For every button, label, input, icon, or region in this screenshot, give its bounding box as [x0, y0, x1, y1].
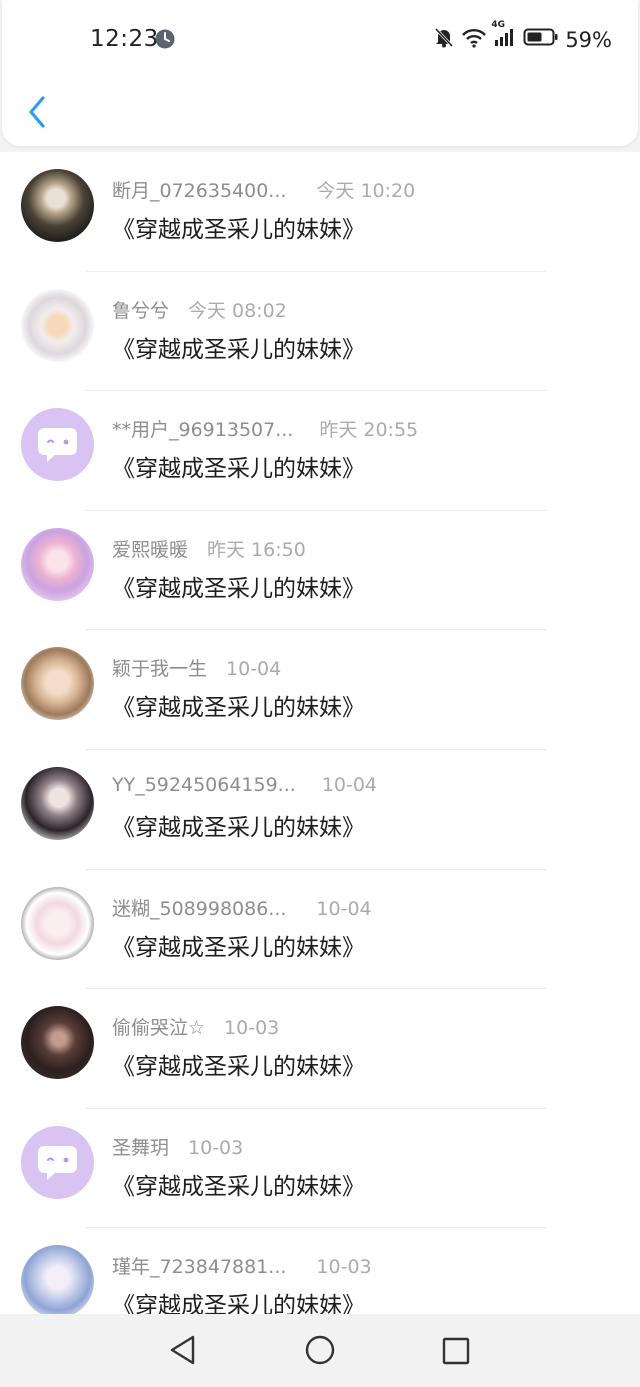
conversation-preview: 《穿越成圣采儿的妹妹》	[112, 217, 365, 243]
conversation-time: 10-03	[316, 1256, 372, 1279]
conversation-preview: 《穿越成圣采儿的妹妹》	[112, 575, 365, 602]
conversation-row[interactable]: 鲁兮兮 今天 08:02 《穿越成圣采儿的妹妹》	[0, 272, 640, 392]
conversation-name: 圣舞玥	[112, 1136, 170, 1159]
conversation-name: 断月_072635400...	[112, 180, 287, 202]
conversation-time: 昨天 20:55	[319, 419, 419, 442]
default-avatar[interactable]	[21, 408, 94, 482]
chat-bubble-icon	[38, 428, 77, 463]
conversation-time: 10-03	[188, 1136, 244, 1159]
conversation-preview: 《穿越成圣采儿的妹妹》	[112, 456, 365, 483]
signal-icon: 4G	[491, 20, 517, 53]
conversation-time: 昨天 16:50	[207, 538, 306, 561]
conversation-row[interactable]: YY_59245064159... 10-04 《穿越成圣采儿的妹妹》	[0, 750, 640, 870]
mute-bell-icon	[433, 26, 455, 53]
chat-bubble-icon	[38, 1145, 77, 1180]
avatar[interactable]	[21, 1006, 94, 1080]
avatar[interactable]	[21, 527, 94, 601]
conversation-preview: 《穿越成圣采儿的妹妹》	[112, 695, 365, 722]
network-type: 4G	[491, 20, 505, 30]
conversation-preview: 《穿越成圣采儿的妹妹》	[112, 336, 365, 363]
avatar[interactable]	[21, 288, 94, 362]
default-avatar[interactable]	[21, 1125, 94, 1199]
conversation-row[interactable]: 断月_072635400... 今天 10:20 《穿越成圣采儿的妹妹》	[0, 152, 640, 272]
conversation-name: 颖于我一生	[112, 658, 208, 681]
conversation-preview: 《穿越成圣采儿的妹妹》	[112, 1293, 365, 1314]
conversation-name: **用户_96913507...	[112, 419, 294, 442]
nav-back-button[interactable]	[168, 1333, 198, 1371]
conversation-preview: 《穿越成圣采儿的妹妹》	[112, 814, 365, 841]
battery-percent: 59%	[565, 27, 612, 52]
conversation-row[interactable]: **用户_96913507... 昨天 20:55 《穿越成圣采儿的妹妹》	[0, 391, 640, 511]
conversation-preview: 《穿越成圣采儿的妹妹》	[112, 1054, 365, 1081]
conversation-list[interactable]: 断月_072635400... 今天 10:20 《穿越成圣采儿的妹妹》 鲁兮兮今…	[0, 152, 640, 1314]
square-recents-icon	[442, 1337, 470, 1365]
conversation-row[interactable]: 瑾年_723847881... 10-03 《穿越成圣采儿的妹妹》	[0, 1228, 640, 1314]
conversation-time: 10-04	[226, 658, 282, 681]
conversation-time: 今天 10:20	[316, 180, 416, 202]
conversation-time: 今天 08:02	[188, 299, 287, 322]
avatar[interactable]	[21, 647, 94, 721]
battery-icon	[523, 26, 559, 53]
status-time: 12:23	[90, 26, 159, 52]
system-nav-bar	[0, 1314, 640, 1387]
conversation-time: 10-04	[321, 773, 378, 796]
wifi-icon	[461, 26, 487, 53]
conversation-name: 鲁兮兮	[112, 299, 170, 322]
triangle-back-icon	[170, 1335, 195, 1365]
conversation-time: 10-04	[316, 897, 372, 920]
conversation-preview: 《穿越成圣采儿的妹妹》	[112, 934, 365, 961]
nav-home-button[interactable]	[304, 1333, 336, 1371]
chevron-left-icon	[29, 96, 45, 128]
conversation-time: 10-03	[224, 1017, 280, 1040]
avatar[interactable]	[21, 1245, 94, 1314]
alarm-icon	[154, 28, 176, 54]
conversation-row[interactable]: 颖于我一生 10-04 《穿越成圣采儿的妹妹》	[0, 630, 640, 750]
back-button[interactable]	[24, 92, 52, 132]
top-bar: 12:23 4G 59%	[2, 0, 638, 146]
conversation-name: 瑾年_723847881...	[112, 1256, 287, 1279]
nav-recents-button[interactable]	[441, 1336, 471, 1370]
conversation-row[interactable]: 爱熙暖暖 昨天 16:50 《穿越成圣采儿的妹妹》	[0, 511, 640, 631]
conversation-row[interactable]: 迷糊_508998086... 10-04 《穿越成圣采儿的妹妹》	[0, 870, 640, 990]
avatar[interactable]	[21, 169, 94, 242]
conversation-name: 爱熙暖暖	[112, 538, 189, 561]
conversation-name: 偷偷哭泣☆	[112, 1017, 206, 1040]
conversation-row[interactable]: 偷偷哭泣☆ 10-03 《穿越成圣采儿的妹妹》	[0, 989, 640, 1109]
conversation-preview: 《穿越成圣采儿的妹妹》	[112, 1173, 365, 1200]
conversation-name: 迷糊_508998086...	[112, 897, 287, 920]
avatar[interactable]	[21, 766, 94, 840]
avatar[interactable]	[21, 886, 94, 960]
status-icons: 4G 59%	[433, 20, 612, 53]
circle-home-icon	[305, 1335, 335, 1365]
conversation-name: YY_59245064159...	[112, 773, 296, 796]
conversation-row[interactable]: 圣舞玥 10-03 《穿越成圣采儿的妹妹》	[0, 1109, 640, 1229]
